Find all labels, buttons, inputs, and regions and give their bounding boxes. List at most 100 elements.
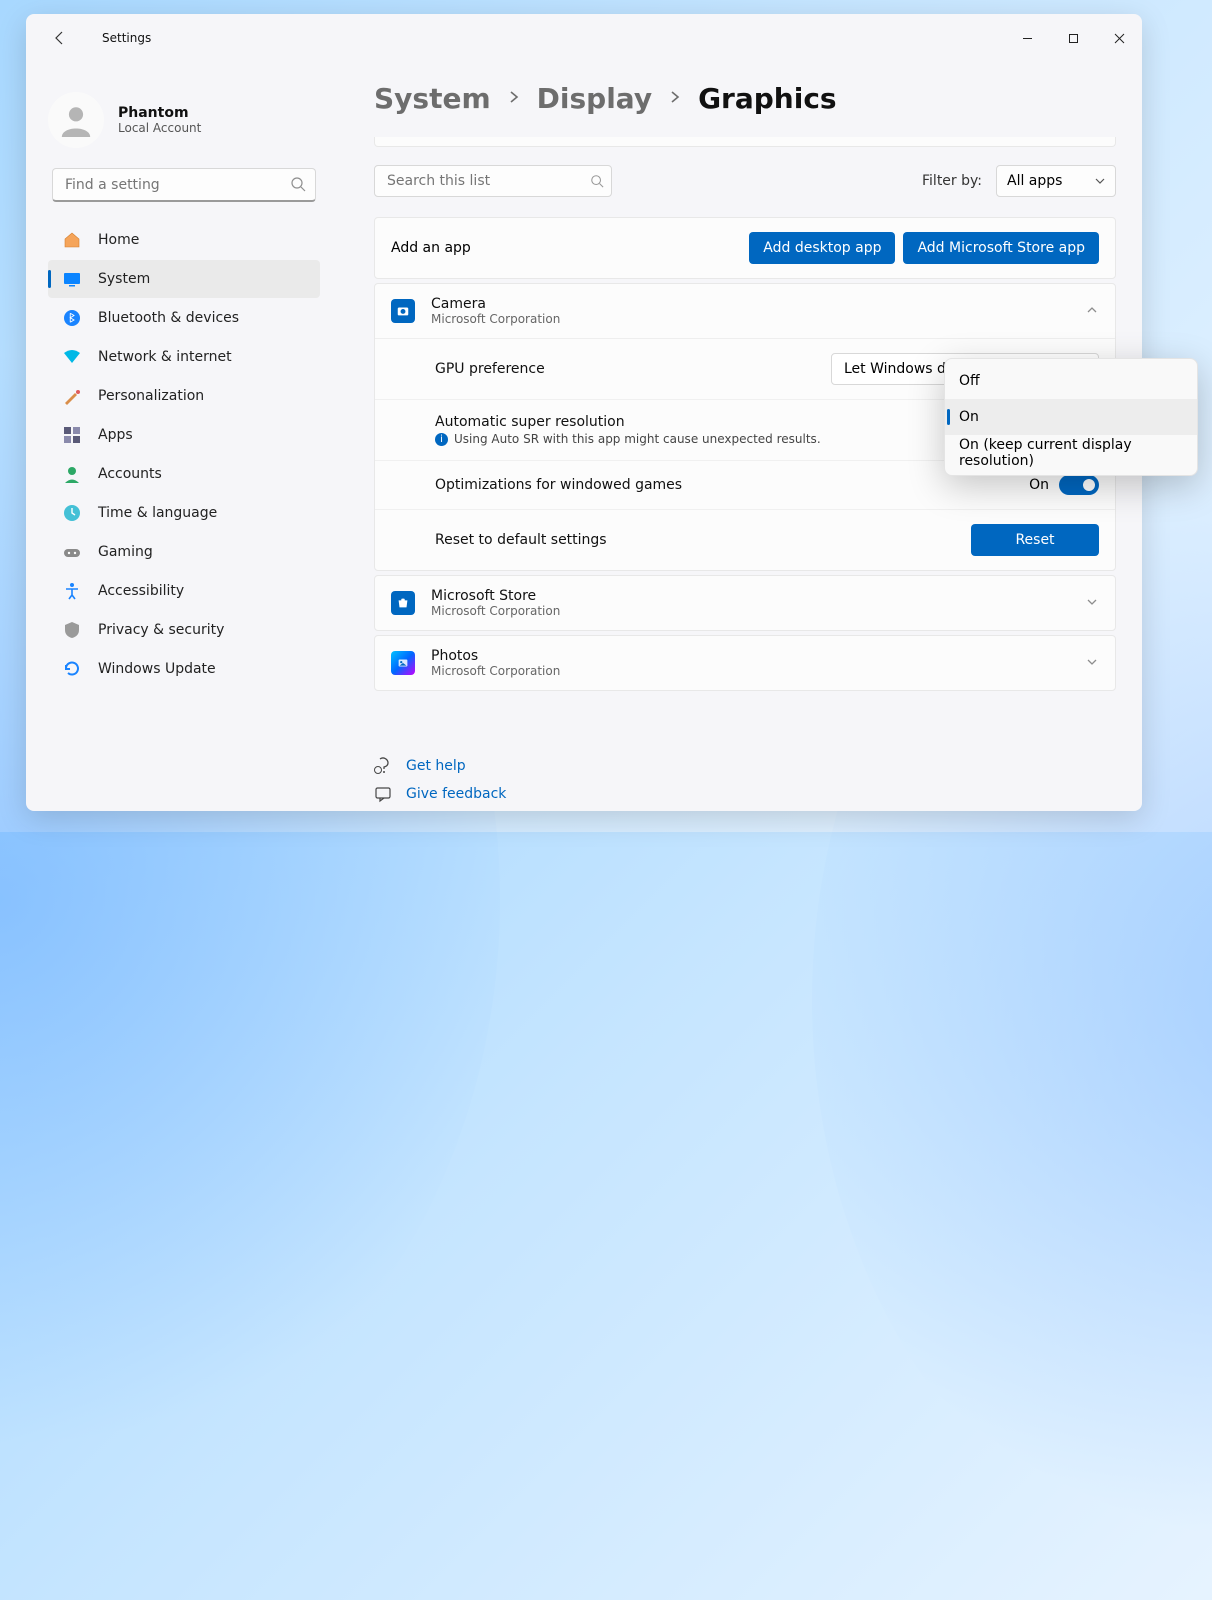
maximize-button[interactable]	[1050, 22, 1096, 54]
give-feedback-row: Give feedback	[374, 785, 1116, 803]
gaming-icon	[62, 542, 82, 562]
filter-label: Filter by:	[922, 173, 982, 189]
sidebar-item-privacy[interactable]: Privacy & security	[48, 611, 320, 649]
breadcrumb: System Display Graphics	[374, 82, 1116, 115]
filter-dropdown[interactable]: All apps	[996, 165, 1116, 197]
chevron-down-icon	[1085, 594, 1099, 613]
chevron-up-icon	[1085, 302, 1099, 321]
collapsed-card-stub	[374, 137, 1116, 147]
filter-row: Filter by: All apps	[374, 165, 1116, 197]
home-icon	[62, 230, 82, 250]
app-name: Camera	[431, 296, 1085, 312]
update-icon	[62, 659, 82, 679]
window-title: Settings	[102, 31, 151, 45]
sidebar-item-network[interactable]: Network & internet	[48, 338, 320, 376]
time-icon	[62, 503, 82, 523]
asr-dropdown-flyout: Off On On (keep current display resoluti…	[944, 358, 1198, 476]
accounts-icon	[62, 464, 82, 484]
user-name: Phantom	[118, 105, 201, 121]
sidebar-item-label: Network & internet	[98, 349, 232, 365]
account-type: Local Account	[118, 121, 201, 135]
flyout-option-off[interactable]: Off	[945, 363, 1197, 399]
flyout-option-on[interactable]: On	[945, 399, 1197, 435]
reset-row: Reset to default settings Reset	[375, 510, 1115, 570]
sidebar-item-system[interactable]: System	[48, 260, 320, 298]
sidebar-item-personalization[interactable]: Personalization	[48, 377, 320, 415]
windowed-optimizations-toggle[interactable]: On	[1029, 475, 1099, 495]
apps-icon	[62, 425, 82, 445]
sidebar-item-label: Home	[98, 232, 139, 248]
add-store-app-button[interactable]: Add Microsoft Store app	[903, 232, 1099, 264]
feedback-icon	[374, 785, 392, 803]
breadcrumb-system[interactable]: System	[374, 82, 491, 115]
avatar	[48, 92, 104, 148]
sidebar-item-update[interactable]: Windows Update	[48, 650, 320, 688]
sidebar-item-label: Time & language	[98, 505, 217, 521]
minimize-button[interactable]	[1004, 22, 1050, 54]
sidebar-item-accounts[interactable]: Accounts	[48, 455, 320, 493]
app-row-camera[interactable]: Camera Microsoft Corporation	[375, 284, 1115, 338]
personalization-icon	[62, 386, 82, 406]
sidebar-item-apps[interactable]: Apps	[48, 416, 320, 454]
info-icon: i	[435, 433, 448, 446]
app-name: Photos	[431, 648, 1085, 664]
app-card-photos: Photos Microsoft Corporation	[374, 635, 1116, 691]
filter-selected: All apps	[1007, 173, 1062, 189]
close-button[interactable]	[1096, 22, 1142, 54]
sidebar-item-gaming[interactable]: Gaming	[48, 533, 320, 571]
app-publisher: Microsoft Corporation	[431, 604, 1085, 618]
sidebar-item-label: Accounts	[98, 466, 162, 482]
wifi-icon	[62, 347, 82, 367]
add-app-card: Add an app Add desktop app Add Microsoft…	[374, 217, 1116, 279]
toggle-state-label: On	[1029, 477, 1049, 493]
sidebar-item-label: Bluetooth & devices	[98, 310, 239, 326]
sidebar-item-label: System	[98, 271, 150, 287]
sidebar-item-label: Apps	[98, 427, 133, 443]
system-icon	[62, 269, 82, 289]
accessibility-icon	[62, 581, 82, 601]
privacy-icon	[62, 620, 82, 640]
app-name: Microsoft Store	[431, 588, 1085, 604]
add-app-label: Add an app	[391, 240, 741, 256]
app-card-store: Microsoft Store Microsoft Corporation	[374, 575, 1116, 631]
sidebar: Phantom Local Account Home System Blueto…	[26, 62, 336, 811]
sidebar-item-label: Personalization	[98, 388, 204, 404]
sidebar-item-label: Privacy & security	[98, 622, 224, 638]
gpu-preference-label: GPU preference	[435, 361, 831, 377]
list-search-input[interactable]	[374, 165, 612, 197]
app-publisher: Microsoft Corporation	[431, 312, 1085, 326]
titlebar: Settings	[26, 14, 1142, 62]
breadcrumb-graphics: Graphics	[698, 82, 837, 115]
breadcrumb-display[interactable]: Display	[537, 82, 652, 115]
photos-app-icon	[391, 651, 415, 675]
search-icon	[290, 176, 306, 196]
give-feedback-link[interactable]: Give feedback	[406, 786, 506, 802]
sidebar-item-time[interactable]: Time & language	[48, 494, 320, 532]
reset-label: Reset to default settings	[435, 532, 971, 548]
user-profile[interactable]: Phantom Local Account	[48, 92, 328, 148]
sidebar-item-home[interactable]: Home	[48, 221, 320, 259]
search-icon	[590, 173, 604, 192]
search-input[interactable]	[52, 168, 316, 202]
sidebar-search	[52, 168, 316, 202]
flyout-option-on-keep[interactable]: On (keep current display resolution)	[945, 435, 1197, 471]
get-help-row: Get help	[374, 757, 1116, 775]
chevron-down-icon	[1095, 176, 1105, 186]
app-row-store[interactable]: Microsoft Store Microsoft Corporation	[375, 576, 1115, 630]
add-desktop-app-button[interactable]: Add desktop app	[749, 232, 895, 264]
reset-button[interactable]: Reset	[971, 524, 1099, 556]
get-help-link[interactable]: Get help	[406, 758, 466, 774]
app-publisher: Microsoft Corporation	[431, 664, 1085, 678]
auto-sr-note: Using Auto SR with this app might cause …	[454, 432, 821, 446]
camera-app-icon	[391, 299, 415, 323]
sidebar-item-accessibility[interactable]: Accessibility	[48, 572, 320, 610]
back-button[interactable]	[40, 18, 80, 58]
sidebar-nav: Home System Bluetooth & devices Network …	[40, 220, 328, 689]
bluetooth-icon	[62, 308, 82, 328]
chevron-right-icon	[668, 89, 682, 108]
sidebar-item-label: Accessibility	[98, 583, 184, 599]
sidebar-item-bluetooth[interactable]: Bluetooth & devices	[48, 299, 320, 337]
chevron-right-icon	[507, 89, 521, 108]
app-row-photos[interactable]: Photos Microsoft Corporation	[375, 636, 1115, 690]
store-app-icon	[391, 591, 415, 615]
